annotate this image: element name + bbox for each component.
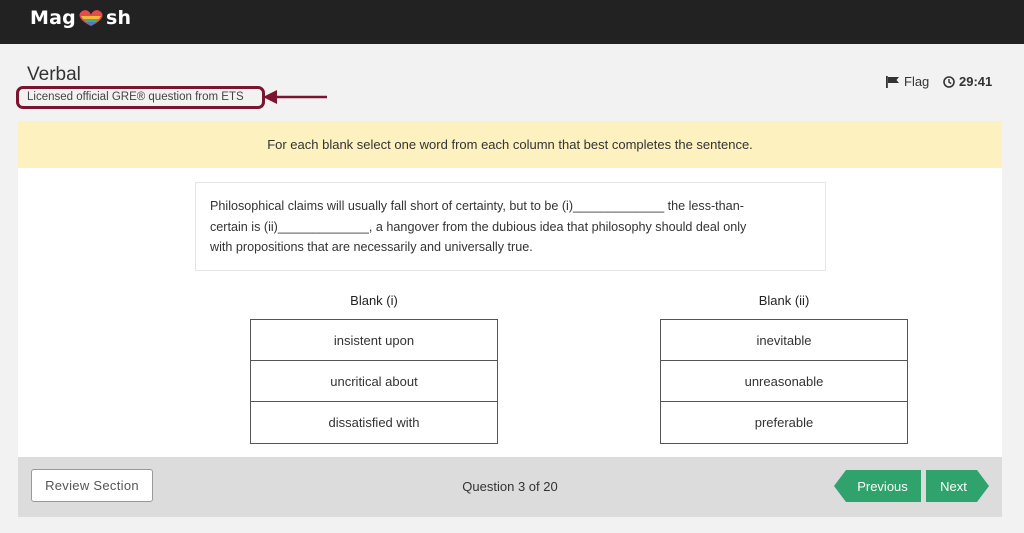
blank-1-choices: insistent upon uncritical about dissatis… bbox=[250, 319, 498, 444]
clock-icon bbox=[943, 75, 955, 88]
flag-button[interactable]: Flag bbox=[886, 74, 929, 89]
heart-logo-icon bbox=[79, 10, 103, 26]
choice-uncritical-about[interactable]: uncritical about bbox=[251, 361, 497, 402]
choice-inevitable[interactable]: inevitable bbox=[661, 320, 907, 361]
magoosh-logo[interactable]: Mag sh bbox=[30, 7, 131, 29]
review-section-button[interactable]: Review Section bbox=[31, 469, 153, 502]
license-note: Licensed official GRE® question from ETS bbox=[16, 86, 265, 109]
logo-text-left: Mag bbox=[30, 7, 76, 29]
blank-1-label: Blank (i) bbox=[350, 293, 398, 308]
annotation-arrow-icon bbox=[263, 90, 327, 104]
choice-unreasonable[interactable]: unreasonable bbox=[661, 361, 907, 402]
top-bar: Mag sh bbox=[0, 0, 1024, 44]
passage-line: with propositions that are necessarily a… bbox=[210, 240, 533, 254]
flag-icon bbox=[886, 75, 899, 88]
next-button[interactable]: Next bbox=[926, 470, 989, 502]
flag-label: Flag bbox=[904, 74, 930, 89]
question-passage: Philosophical claims will usually fall s… bbox=[195, 182, 826, 271]
choice-insistent-upon[interactable]: insistent upon bbox=[251, 320, 497, 361]
footer-bar: Question 3 of 20 Review Section Previous… bbox=[18, 457, 1002, 517]
logo-text-right: sh bbox=[105, 7, 132, 29]
timer-value: 29:41 bbox=[959, 74, 993, 89]
section-title: Verbal bbox=[27, 64, 81, 85]
question-panel: For each blank select one word from each… bbox=[18, 121, 1002, 517]
choice-preferable[interactable]: preferable bbox=[661, 402, 907, 443]
choice-dissatisfied-with[interactable]: dissatisfied with bbox=[251, 402, 497, 443]
blank-2-label: Blank (ii) bbox=[758, 293, 810, 308]
passage-line: certain is (ii)_____________, a hangover… bbox=[210, 219, 747, 234]
timer: 29:41 bbox=[943, 74, 992, 89]
passage-line: Philosophical claims will usually fall s… bbox=[210, 199, 744, 213]
blank-2-choices: inevitable unreasonable preferable bbox=[660, 319, 908, 444]
previous-button[interactable]: Previous bbox=[834, 470, 921, 502]
instructions-banner: For each blank select one word from each… bbox=[18, 121, 1002, 168]
